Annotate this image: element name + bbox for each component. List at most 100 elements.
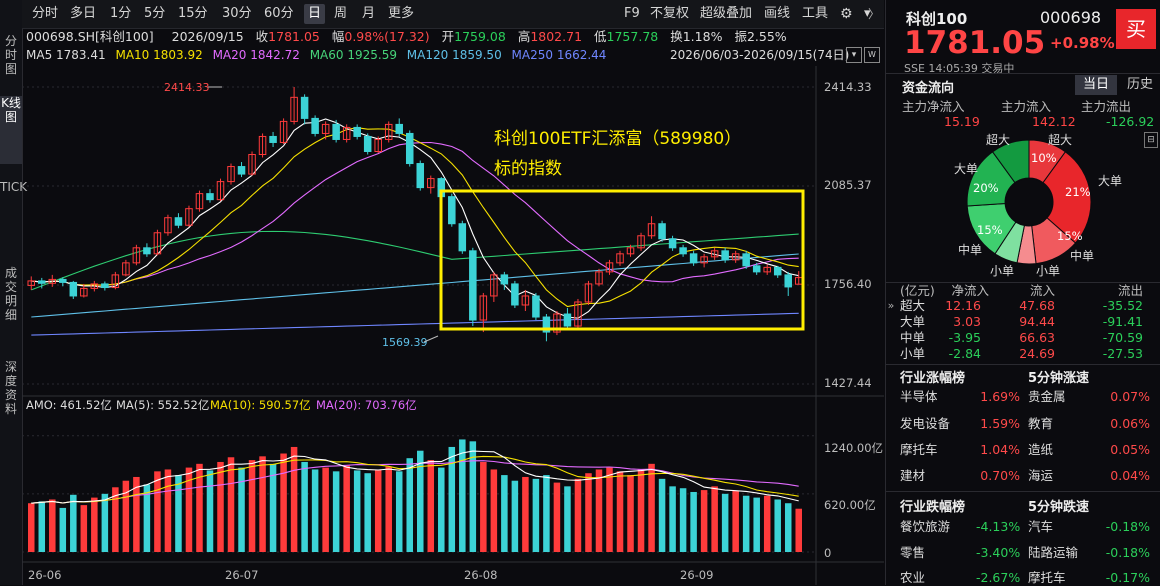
tab-period-5min[interactable]: 5分: [140, 4, 169, 24]
tab-history[interactable]: 历史: [1122, 75, 1158, 95]
volume-bar: [574, 478, 582, 552]
volume-bar: [679, 488, 687, 552]
volume-bar: [553, 482, 561, 552]
fund-row-mid: 中单 -3.95 66.63 -70.59: [900, 330, 1143, 345]
main-outflow-label: 主力流出: [1081, 99, 1132, 114]
candles: [27, 87, 803, 342]
kline-chart[interactable]: 科创100ETF汇添富（589980） 标的指数 2414.33 1569.39…: [22, 66, 884, 585]
candle-body: [448, 196, 456, 225]
nav-kline[interactable]: K线图: [0, 96, 22, 164]
close-label: 收: [255, 29, 269, 44]
volume-bar: [564, 486, 571, 552]
index-code: 000698.SH[科创100]: [26, 29, 154, 44]
tab-period-month[interactable]: 月: [358, 4, 379, 24]
candle-body: [269, 135, 277, 143]
pct-super-in: 10%: [1031, 151, 1057, 165]
turnover-label: 换: [670, 29, 683, 44]
candle-body: [500, 274, 509, 285]
super-overlay-button[interactable]: 超级叠加: [700, 4, 752, 24]
candle-body: [143, 247, 151, 255]
tab-period-60min[interactable]: 60分: [260, 4, 298, 24]
buy-button[interactable]: 买: [1116, 9, 1156, 49]
volume-bar: [742, 495, 750, 552]
volume-bar: [648, 463, 655, 552]
volume-bar: [395, 471, 403, 552]
industry-down-row[interactable]: 零售 -3.40% 陆路运输 -0.18%: [886, 545, 1160, 561]
annotation-line2: 标的指数: [494, 159, 562, 179]
pct-big-in: 21%: [1065, 185, 1091, 199]
candle-body: [332, 123, 340, 140]
tab-period-day[interactable]: 日: [304, 4, 326, 24]
dropdown-icon[interactable]: ▾: [846, 47, 862, 63]
industry-down-row[interactable]: 农业 -2.67% 摩托车 -0.17%: [886, 570, 1160, 586]
volume-bar: [332, 471, 340, 552]
nav-time-share[interactable]: 分时图: [0, 34, 22, 94]
candle-body: [416, 163, 425, 189]
fund-flow-donut: 10% 21% 15% 15% 20% 超大 超大 大单 大单 中单 中单 小单…: [954, 132, 1122, 278]
gear-icon[interactable]: ⚙: [840, 4, 853, 24]
volume-bar: [532, 478, 540, 552]
tab-today[interactable]: 当日: [1075, 75, 1117, 95]
industry-up-title: 行业涨幅榜: [900, 371, 966, 386]
candle-body: [668, 238, 677, 249]
industry-up-row[interactable]: 摩托车 1.04% 造纸 0.05%: [886, 442, 1160, 458]
volume-bar: [59, 507, 67, 552]
tools-button[interactable]: 工具: [802, 4, 828, 24]
x-tick-2: 26-07: [225, 568, 258, 582]
f9-button[interactable]: F9: [624, 4, 640, 24]
nav-trade-detail[interactable]: 成交明细: [0, 266, 22, 346]
volume-bar: [364, 473, 371, 552]
nav-depth[interactable]: 深度资料: [0, 360, 22, 440]
volume-bar: [70, 494, 77, 552]
label-big-in: 大单: [1098, 174, 1122, 188]
industry-up-row[interactable]: 发电设备 1.59% 教育 0.06%: [886, 416, 1160, 432]
collapse-panel-icon[interactable]: 〉: [864, 0, 884, 28]
tab-period-week[interactable]: 周: [330, 4, 351, 24]
candle-body: [101, 283, 109, 289]
tab-period-1min[interactable]: 1分: [106, 4, 135, 24]
vol-legend-ma20: MA(20): 703.76亿: [316, 398, 417, 412]
x-tick-3: 26-08: [464, 568, 497, 582]
candle-body: [469, 250, 477, 321]
label-big-out: 大单: [954, 162, 978, 176]
vol-legend-amo: AMO: 461.52亿: [26, 398, 112, 412]
ma10-line: [31, 127, 799, 308]
pct-big-out: 20%: [973, 181, 999, 195]
vol-legend-ma5: MA(5): 552.52亿: [116, 398, 209, 412]
settings-icon[interactable]: W: [864, 47, 880, 63]
tab-period-more[interactable]: 更多: [384, 4, 418, 24]
industry-up-row[interactable]: 半导体 1.69% 贵金属 0.07%: [886, 389, 1160, 405]
volume-bar: [227, 457, 235, 552]
industry-down-row[interactable]: 餐饮旅游 -4.13% 汽车 -0.18%: [886, 519, 1160, 535]
draw-line-button[interactable]: 画线: [764, 4, 790, 24]
ma120-legend: MA120 1859.50: [406, 48, 502, 62]
ma-lines: [31, 118, 799, 336]
main-net-inflow-label: 主力净流入: [902, 99, 965, 114]
tab-period-15min[interactable]: 15分: [174, 4, 212, 24]
volume-bar: [658, 478, 666, 552]
ma250-line: [31, 312, 799, 336]
annotation-line1: 科创100ETF汇添富（589980）: [494, 129, 741, 149]
volume-bar: [301, 461, 308, 552]
candle-body: [721, 250, 729, 261]
no-adjust-button[interactable]: 不复权: [650, 4, 689, 24]
volume-bar: [438, 467, 445, 552]
industry-up-row[interactable]: 建材 0.70% 海运 0.04%: [886, 468, 1160, 484]
volume-bar: [154, 471, 161, 552]
candle-body: [353, 126, 361, 137]
tab-period-multiday[interactable]: 多日: [66, 4, 100, 24]
volume-bar: [490, 469, 498, 552]
candle-body: [300, 96, 309, 119]
volume-bar: [49, 499, 56, 552]
nav-tick[interactable]: TICK: [0, 180, 27, 250]
candle-body: [405, 132, 414, 165]
tab-period-30min[interactable]: 30分: [218, 4, 256, 24]
panel-toggle-icon[interactable]: »: [885, 296, 897, 316]
volume-bar: [700, 490, 708, 552]
ma-legend-line: MA5 1783.41 MA10 1803.92 MA20 1842.72 MA…: [22, 46, 884, 64]
ma10-legend: MA10 1803.92: [115, 48, 203, 62]
volume-bar: [406, 458, 414, 552]
turnover-value: 1.18%: [682, 29, 723, 44]
volume-bar: [784, 503, 792, 552]
tab-period-fenshi[interactable]: 分时: [28, 4, 62, 24]
